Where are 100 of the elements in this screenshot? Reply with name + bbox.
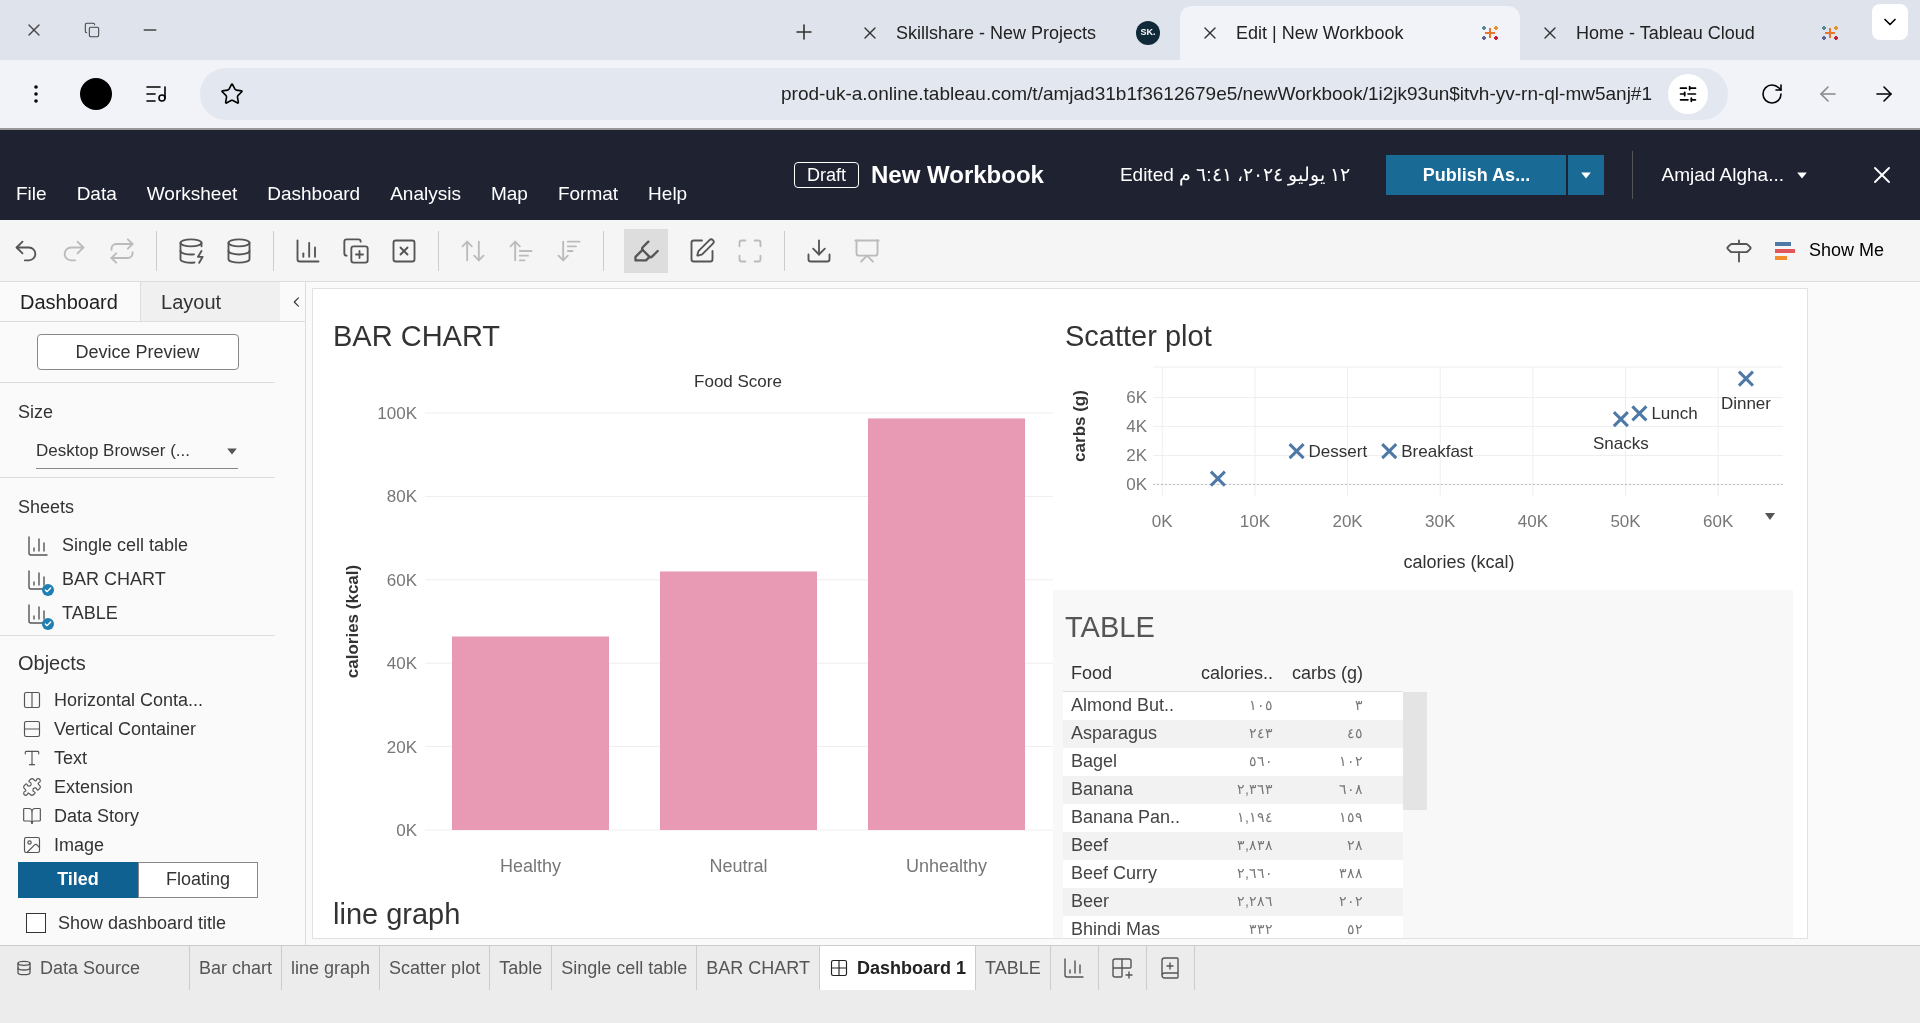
panel-tab[interactable]: Layout [140, 282, 281, 321]
axis-tick-label: 20K [1332, 512, 1363, 531]
menu-item[interactable]: Data [76, 179, 117, 208]
sheet-title: TABLE [1064, 610, 1156, 645]
dropdown-caret-icon[interactable] [1765, 513, 1775, 520]
table-cell-text: ٢٨ [1346, 836, 1363, 855]
object-item[interactable]: Extension [54, 773, 134, 801]
text-object-icon [22, 748, 42, 768]
layout-mode-toggle[interactable]: Floating [138, 861, 258, 898]
object-item[interactable]: Text [54, 744, 87, 772]
sheet-tab[interactable]: Scatter plot [380, 946, 491, 990]
object-item[interactable]: Horizontal Conta... [54, 686, 204, 714]
show-me-button[interactable]: Show Me [1772, 237, 1908, 264]
table-cell-text: ٥٢ [1346, 920, 1363, 938]
user-menu[interactable]: Amjad Algha... [1661, 160, 1808, 190]
category-label: Unhealthy [905, 856, 988, 876]
restore-window-icon[interactable] [84, 22, 100, 38]
menu-item[interactable]: Analysis [390, 179, 461, 208]
object-item[interactable]: Data Story [54, 802, 140, 830]
axis-tick-label: 0K [1126, 475, 1147, 495]
device-preview-button[interactable]: Device Preview [36, 334, 239, 370]
column-header[interactable]: Food [1063, 659, 1183, 687]
table-cell-text: ٢,٣٦٣ [1236, 780, 1273, 799]
new-sheet-icon [1062, 956, 1087, 980]
duplicate-icon[interactable] [342, 236, 370, 265]
sheet-tab[interactable]: Dashboard 1 [819, 946, 976, 990]
sheet-tab[interactable]: Single cell table [552, 946, 698, 990]
object-item[interactable]: Image [54, 831, 105, 858]
bookmark-star-icon[interactable] [220, 82, 244, 106]
axis-title: calories (kcal) [1403, 552, 1515, 572]
annotate-icon[interactable] [688, 236, 716, 265]
highlight-button[interactable] [624, 228, 668, 273]
checkbox[interactable] [26, 913, 46, 933]
menu-item[interactable]: Dashboard [267, 179, 361, 208]
extension-object-icon [22, 777, 42, 797]
axis-tick-label: 40K [386, 654, 417, 674]
column-header[interactable]: carbs (g) [1273, 659, 1363, 687]
sheet-tab[interactable]: line graph [282, 946, 381, 990]
horizontal-object-icon [22, 690, 42, 710]
browser-tab[interactable]: Skillshare - New Projects SK. [840, 6, 1180, 60]
sheet-tab[interactable]: BAR CHART [697, 946, 820, 990]
layout-mode-toggle[interactable]: Tiled [18, 861, 138, 898]
sheet-tab[interactable]: Table [490, 946, 553, 990]
point-label: Snacks [1593, 434, 1649, 454]
publish-button[interactable]: Publish As... [1386, 155, 1567, 195]
table-cell-text: ٥٦٠ [1248, 752, 1273, 771]
browser-tab[interactable]: Home - Tableau Cloud [1520, 6, 1860, 60]
data-source-tab[interactable]: Data Source [0, 946, 190, 990]
axis-tick-label: 4K [1126, 417, 1147, 437]
publish-dropdown-button[interactable] [1568, 155, 1605, 195]
point-label: Breakfast [1401, 442, 1474, 462]
menu-item[interactable]: Help [648, 179, 688, 208]
scatter-point [1288, 442, 1306, 460]
sheet-item[interactable]: Single cell table [62, 532, 189, 559]
table-cell-text: Asparagus [1070, 722, 1159, 745]
browser-tab[interactable]: Edit | New Workbook [1180, 6, 1520, 60]
point-label: Dessert [1308, 442, 1368, 462]
table-cell-text: ٢,٦٦٠ [1236, 864, 1273, 883]
menu-item[interactable]: Format [557, 179, 619, 208]
tableau-logo-icon [1480, 23, 1500, 43]
new-data-source-icon[interactable] [177, 236, 205, 265]
table-cell-text: ١,١٩٤ [1236, 808, 1273, 827]
scrollbar[interactable] [1403, 691, 1427, 810]
axis-title: calories (kcal) [343, 564, 362, 679]
menu-item[interactable]: Map [490, 179, 528, 208]
pause-updates-icon[interactable] [225, 236, 253, 265]
address-bar[interactable]: prod-uk-a.online.tableau.com/t/amjad31b1f3612679e5/newWorkbook/1i2jk93un$itvh-yv-rn-ql-mw5anj#1 [200, 68, 1728, 120]
table-cell-text: Banana Pan.. [1070, 806, 1182, 829]
axis-tick-label: 40K [1517, 512, 1548, 531]
table-cell-text: Beef [1070, 834, 1110, 857]
sheet-icon [26, 533, 50, 558]
axis-tick-label: 30K [1425, 512, 1456, 531]
menu-item[interactable]: File [16, 179, 47, 208]
table-cell-text: ١٥٩ [1338, 808, 1363, 827]
profile-avatar[interactable] [80, 78, 112, 110]
object-item[interactable]: Vertical Container [54, 715, 197, 743]
workbook-title: New Workbook [871, 160, 1044, 190]
sheet-item[interactable]: BAR CHART [62, 566, 166, 593]
axis-tick-label: 100K [377, 404, 417, 423]
reload-icon[interactable] [1760, 82, 1784, 106]
sheet-title: line graph [333, 897, 462, 932]
axis-tick-label: 50K [1610, 512, 1641, 531]
sheet-tab[interactable]: Bar chart [190, 946, 283, 990]
size-dropdown[interactable]: Desktop Browser (... [36, 438, 238, 469]
table-cell-text: ٢٠٢ [1338, 892, 1363, 911]
axis-title: carbs (g) [1070, 390, 1089, 462]
scatter-point [1737, 370, 1755, 388]
axis-tick-label: 0K [1151, 512, 1173, 531]
sheet-item[interactable]: TABLE [62, 600, 118, 627]
site-settings-button[interactable] [1668, 74, 1708, 114]
menu-item[interactable]: Worksheet [146, 179, 238, 208]
draft-badge: Draft [793, 162, 859, 188]
column-header[interactable]: calories.. [1183, 659, 1273, 687]
site-favicon: SK. [1136, 21, 1160, 45]
sheet-tab[interactable]: TABLE [976, 946, 1051, 990]
table-cell-text: Almond But.. [1070, 694, 1176, 717]
sheet-title: Scatter plot [1064, 319, 1213, 354]
database-icon [16, 960, 32, 976]
chart-title: Food Score [694, 372, 782, 391]
table-cell-text: Beef Curry [1070, 862, 1159, 885]
